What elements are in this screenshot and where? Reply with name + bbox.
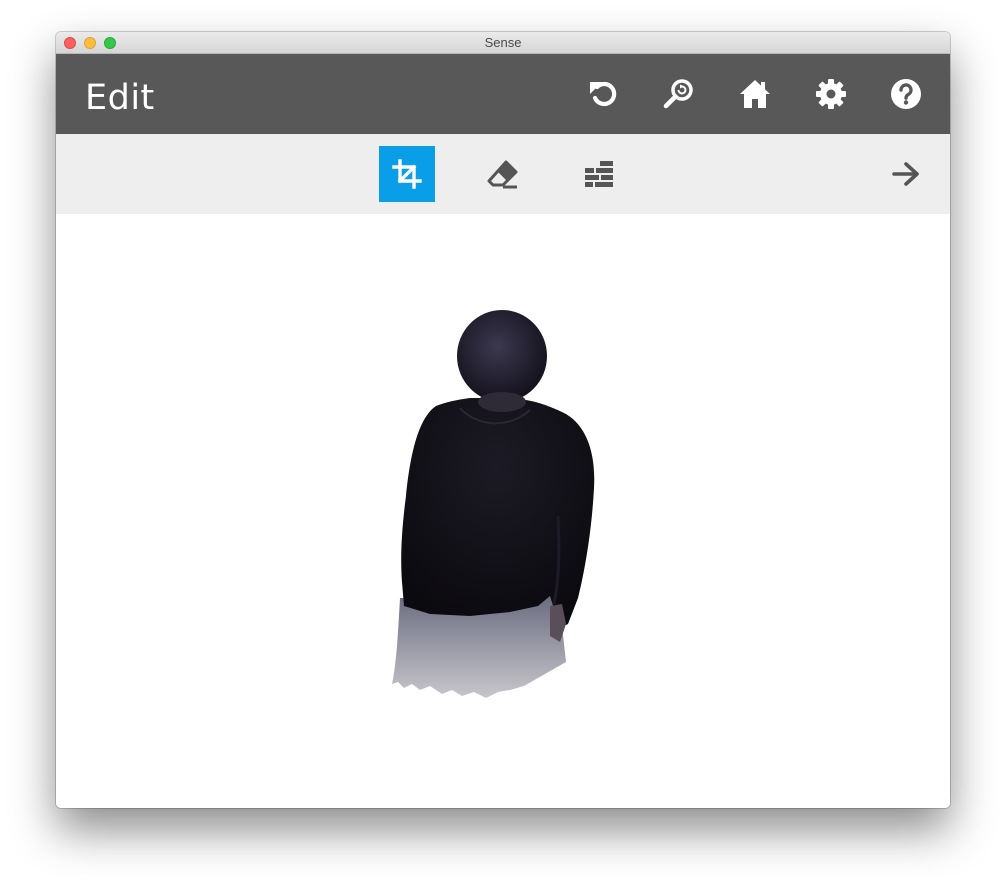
home-button[interactable] <box>735 74 775 114</box>
solidify-tool[interactable] <box>571 146 627 202</box>
edit-toolbar <box>56 134 950 214</box>
bricks-icon <box>585 161 613 187</box>
gear-icon <box>816 79 846 109</box>
window-titlebar[interactable]: Sense <box>56 32 950 54</box>
zoom-reset-icon <box>663 79 693 109</box>
eraser-icon <box>487 160 518 189</box>
undo-icon <box>590 81 617 107</box>
crop-icon <box>392 159 422 189</box>
help-button[interactable] <box>886 74 926 114</box>
scan-head <box>457 310 547 402</box>
home-icon <box>740 80 770 108</box>
zoom-button[interactable] <box>659 74 699 114</box>
scan-neck <box>478 392 526 412</box>
help-icon <box>891 79 921 109</box>
window-title: Sense <box>484 35 522 50</box>
scan-hoodie <box>401 398 595 628</box>
app-window: Sense Edit <box>56 32 950 808</box>
erase-tool[interactable] <box>475 146 531 202</box>
arrow-right-icon <box>892 162 919 186</box>
reset-button[interactable] <box>584 74 624 114</box>
crop-tool[interactable] <box>379 146 435 202</box>
scan-viewport[interactable] <box>56 214 950 808</box>
next-button[interactable] <box>878 146 934 202</box>
page-title: Edit <box>85 78 155 118</box>
scan-model[interactable] <box>390 306 602 710</box>
settings-button[interactable] <box>811 74 851 114</box>
app-header: Edit <box>56 54 950 134</box>
